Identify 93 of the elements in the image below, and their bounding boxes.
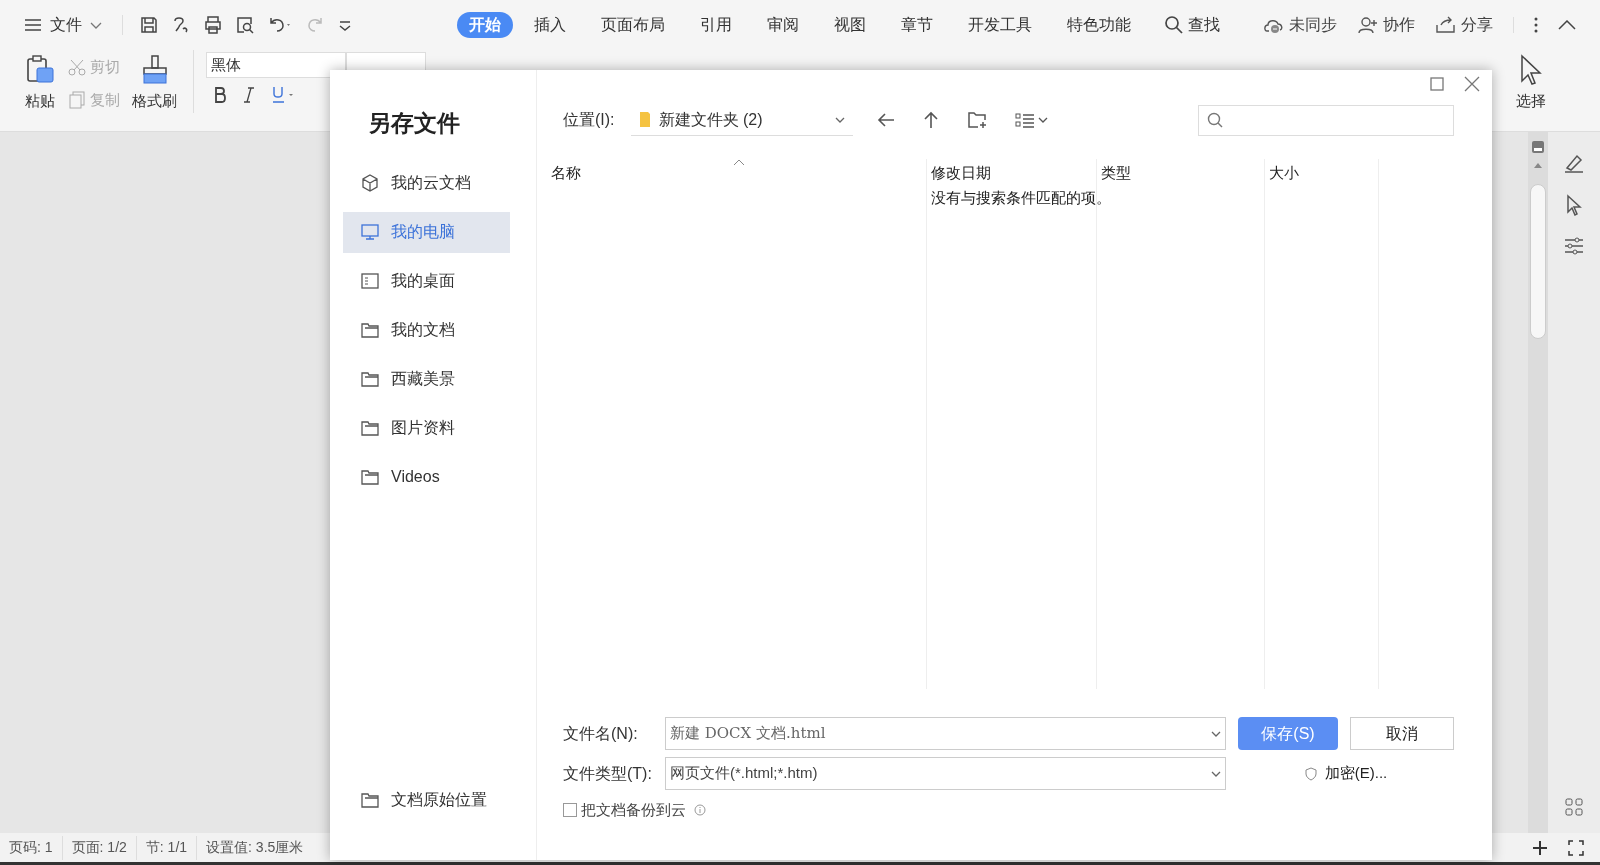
file-menu[interactable]: 文件 — [16, 10, 110, 40]
scrollbar-thumb[interactable] — [1530, 184, 1546, 339]
clipboard-icon — [24, 54, 56, 86]
dialog-title: 另存文件 — [367, 109, 461, 138]
italic-icon[interactable] — [244, 87, 254, 103]
ribbon-tab[interactable]: 页面布局 — [587, 12, 679, 38]
desktop-icon — [361, 272, 379, 290]
encrypt-button[interactable]: 加密(E)... — [1324, 762, 1388, 785]
caret-icon — [1211, 730, 1221, 737]
toolbar-button[interactable]: 分享 — [1427, 13, 1501, 37]
folder-icon — [361, 468, 379, 486]
column-header[interactable]: 修改日期 — [926, 161, 1096, 185]
status-item: 页码: 1 — [0, 835, 63, 860]
file-name-field[interactable]: 新建 DOCX 文档.html — [665, 717, 1226, 750]
folder-icon — [361, 791, 379, 809]
file-type-label: 文件类型(T): — [563, 763, 653, 784]
ribbon-tab[interactable]: 引用 — [686, 12, 746, 38]
place-item[interactable]: 我的电脑 — [343, 211, 510, 253]
search-icon — [1164, 15, 1184, 35]
sort-caret-icon[interactable] — [733, 159, 745, 166]
print-preview-icon[interactable] — [235, 15, 255, 35]
search-field[interactable] — [1198, 104, 1454, 136]
menu-icon — [24, 18, 42, 32]
ribbon-tab[interactable]: 特色功能 — [1053, 12, 1145, 38]
folder-icon — [361, 321, 379, 339]
place-item[interactable]: 我的文档 — [343, 309, 510, 351]
place-item[interactable]: 西藏美景 — [343, 358, 510, 400]
scissors-icon — [68, 58, 86, 77]
place-item[interactable]: Videos — [343, 456, 510, 498]
underline-icon[interactable] — [272, 86, 296, 104]
zoom-in-icon[interactable] — [1532, 839, 1548, 856]
collapse-icon[interactable] — [1558, 20, 1576, 30]
status-item: 页面: 1/2 — [62, 835, 137, 860]
fullscreen-icon[interactable] — [1568, 839, 1584, 856]
search-icon — [1207, 112, 1223, 128]
format-painter-button[interactable]: 格式刷 — [132, 50, 194, 113]
computer-icon — [361, 223, 379, 241]
view-list-icon[interactable] — [1014, 112, 1049, 128]
share-icon — [1435, 16, 1457, 34]
place-item[interactable]: 我的桌面 — [343, 260, 510, 302]
up-icon[interactable] — [922, 111, 939, 129]
cursor-icon — [1518, 54, 1544, 86]
ribbon-tab[interactable]: 插入 — [520, 12, 580, 38]
ribbon-tab[interactable]: 视图 — [820, 12, 880, 38]
backup-label: 把文档备份到云 — [581, 799, 686, 820]
person-add-icon — [1357, 16, 1379, 34]
grid-icon[interactable] — [1564, 797, 1584, 817]
search-tab[interactable]: 查找 — [1152, 13, 1232, 37]
font-field[interactable]: 黑体 — [206, 52, 346, 78]
column-header[interactable]: 大小 — [1264, 161, 1378, 185]
copy-icon — [68, 90, 86, 109]
new-folder-icon[interactable] — [966, 111, 987, 129]
original-location-link[interactable]: 文档原始位置 — [343, 786, 526, 814]
caret-icon — [90, 21, 102, 29]
undo-icon[interactable] — [267, 15, 293, 35]
sliders-icon[interactable] — [1563, 236, 1585, 256]
highlighter-icon[interactable] — [1563, 152, 1585, 174]
shield-icon — [1304, 766, 1317, 781]
close-icon[interactable] — [1464, 76, 1480, 92]
ribbon-tab[interactable]: 章节 — [887, 12, 947, 38]
toolbar-button[interactable]: 未同步 — [1255, 13, 1345, 37]
place-item[interactable]: 图片资料 — [343, 407, 510, 449]
caret-icon — [1211, 770, 1221, 777]
paintbrush-icon — [140, 54, 169, 86]
place-item[interactable]: 我的云文档 — [343, 162, 510, 204]
status-item: 设置值: 3.5厘米 — [205, 838, 305, 857]
cancel-button[interactable]: 取消 — [1350, 717, 1454, 750]
save-icon[interactable] — [139, 15, 159, 35]
location-dropdown[interactable]: 新建文件夹 (2) — [630, 104, 853, 136]
folder-icon — [361, 370, 379, 388]
cube-icon — [361, 174, 379, 192]
paste-button[interactable]: 粘贴 — [24, 50, 56, 113]
select-button[interactable]: 选择 — [1516, 50, 1546, 113]
toolbar-button[interactable]: 协作 — [1349, 13, 1423, 37]
cursor-icon[interactable] — [1564, 194, 1584, 216]
file-name-label: 文件名(N): — [563, 723, 639, 744]
file-type-dropdown[interactable]: 网页文件(*.html;*.htm) — [665, 757, 1226, 790]
column-header[interactable]: 类型 — [1096, 161, 1264, 185]
more-icon[interactable] — [1534, 17, 1538, 33]
column-header[interactable]: 名称 — [543, 161, 926, 185]
caret-icon — [834, 116, 845, 123]
folder-icon — [361, 419, 379, 437]
backup-checkbox[interactable] — [563, 803, 577, 817]
ribbon-tab[interactable]: 开发工具 — [954, 12, 1046, 38]
ribbon-tab[interactable]: 审阅 — [753, 12, 813, 38]
location-label: 位置(I): — [563, 110, 615, 130]
folder-icon — [638, 111, 651, 128]
scroll-up-icon[interactable] — [1533, 162, 1543, 168]
bold-icon[interactable] — [214, 87, 226, 103]
empty-message: 没有与搜索条件匹配的项。 — [931, 188, 1111, 208]
status-item: 节: 1/1 — [136, 835, 198, 860]
back-icon[interactable] — [876, 112, 895, 128]
print-icon[interactable] — [203, 15, 223, 35]
